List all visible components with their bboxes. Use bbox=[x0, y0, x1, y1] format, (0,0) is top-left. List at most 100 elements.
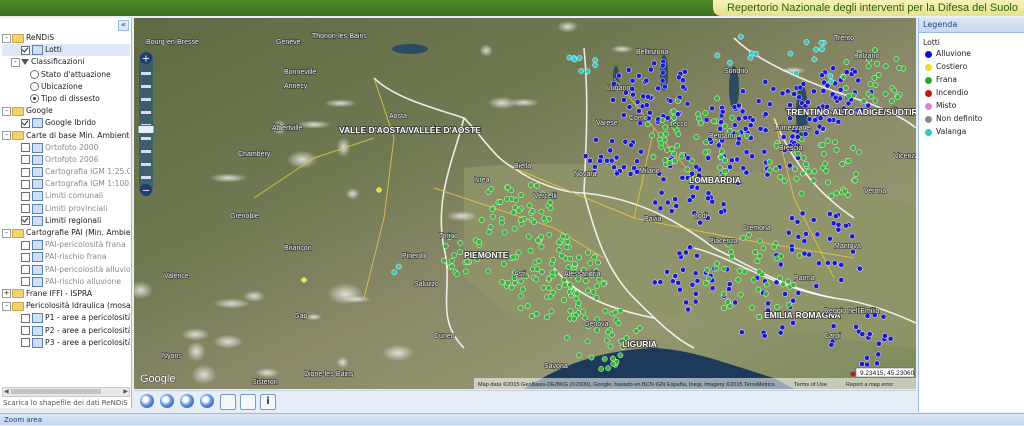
intervention-marker[interactable] bbox=[789, 133, 796, 140]
intervention-marker[interactable] bbox=[682, 68, 688, 75]
intervention-marker[interactable] bbox=[732, 299, 739, 306]
intervention-marker[interactable] bbox=[771, 244, 777, 251]
intervention-marker[interactable] bbox=[739, 329, 745, 336]
intervention-marker[interactable] bbox=[567, 281, 574, 288]
intervention-marker[interactable] bbox=[462, 268, 469, 275]
intervention-marker[interactable] bbox=[644, 121, 651, 128]
intervention-marker[interactable] bbox=[773, 166, 779, 172]
intervention-marker[interactable] bbox=[578, 68, 585, 74]
intervention-marker[interactable] bbox=[457, 249, 463, 256]
intervention-marker[interactable] bbox=[762, 111, 769, 118]
intervention-marker[interactable] bbox=[843, 222, 849, 229]
intervention-marker[interactable] bbox=[672, 273, 679, 279]
intervention-marker[interactable] bbox=[571, 56, 578, 63]
intervention-marker[interactable] bbox=[651, 60, 657, 67]
intervention-marker[interactable] bbox=[561, 277, 567, 283]
intervention-marker[interactable] bbox=[819, 142, 826, 148]
intervention-marker[interactable] bbox=[812, 117, 818, 124]
intervention-marker[interactable] bbox=[755, 98, 762, 105]
tree-node[interactable]: - Classificazioni bbox=[2, 56, 130, 68]
intervention-marker[interactable] bbox=[814, 231, 821, 238]
intervention-marker[interactable] bbox=[713, 265, 720, 272]
intervention-marker[interactable] bbox=[680, 266, 686, 273]
tree-node[interactable]: P3 - aree a pericolosità idra bbox=[2, 337, 130, 349]
intervention-marker[interactable] bbox=[508, 284, 515, 291]
intervention-marker[interactable] bbox=[850, 145, 857, 151]
intervention-marker[interactable] bbox=[816, 123, 823, 130]
intervention-marker[interactable] bbox=[490, 213, 496, 220]
intervention-marker[interactable] bbox=[811, 168, 818, 175]
intervention-marker[interactable] bbox=[811, 56, 818, 63]
intervention-marker[interactable] bbox=[800, 154, 807, 161]
tree-node[interactable]: - Carte di base Min. Ambiente bbox=[2, 130, 130, 142]
collapse-node-icon[interactable]: - bbox=[2, 106, 11, 116]
tree-node[interactable]: Lotti bbox=[2, 44, 130, 57]
intervention-marker[interactable] bbox=[766, 167, 773, 174]
layer-checkbox[interactable] bbox=[21, 155, 30, 165]
intervention-marker[interactable] bbox=[576, 55, 583, 61]
intervention-marker[interactable] bbox=[529, 208, 536, 214]
intervention-marker[interactable] bbox=[457, 239, 464, 246]
intervention-marker[interactable] bbox=[630, 91, 636, 98]
intervention-marker[interactable] bbox=[864, 354, 870, 361]
intervention-marker[interactable] bbox=[563, 244, 570, 250]
intervention-marker[interactable] bbox=[790, 297, 796, 304]
intervention-marker[interactable] bbox=[587, 157, 593, 164]
intervention-marker[interactable] bbox=[762, 127, 769, 134]
intervention-marker[interactable] bbox=[675, 131, 682, 137]
intervention-marker[interactable] bbox=[679, 174, 686, 181]
intervention-marker[interactable] bbox=[638, 148, 644, 155]
intervention-marker[interactable] bbox=[767, 101, 773, 108]
intervention-marker[interactable] bbox=[860, 98, 867, 104]
intervention-marker[interactable] bbox=[816, 260, 822, 267]
tree-node[interactable]: + Frane IFFI - ISPRA bbox=[2, 288, 130, 300]
intervention-marker[interactable] bbox=[634, 158, 640, 165]
intervention-marker[interactable] bbox=[789, 215, 795, 221]
intervention-marker[interactable] bbox=[824, 82, 831, 89]
intervention-marker[interactable] bbox=[585, 249, 591, 256]
intervention-marker[interactable] bbox=[872, 97, 879, 104]
intervention-marker[interactable] bbox=[882, 63, 889, 70]
intervention-marker[interactable] bbox=[891, 87, 898, 94]
intervention-marker[interactable] bbox=[806, 251, 813, 258]
intervention-marker[interactable] bbox=[668, 208, 675, 214]
intervention-marker[interactable] bbox=[678, 153, 685, 160]
intervention-marker[interactable] bbox=[515, 249, 522, 256]
intervention-marker[interactable] bbox=[617, 352, 624, 359]
intervention-marker[interactable] bbox=[742, 125, 749, 132]
intervention-marker[interactable] bbox=[660, 176, 667, 183]
intervention-marker[interactable] bbox=[843, 59, 850, 65]
intervention-marker[interactable] bbox=[710, 118, 717, 125]
intervention-marker[interactable] bbox=[728, 157, 735, 164]
report-error-link[interactable]: Report a map error bbox=[846, 382, 893, 388]
intervention-marker[interactable] bbox=[693, 134, 700, 140]
intervention-marker[interactable] bbox=[693, 290, 699, 297]
intervention-marker[interactable] bbox=[592, 62, 599, 68]
intervention-marker[interactable] bbox=[518, 192, 524, 198]
intervention-marker[interactable] bbox=[580, 308, 587, 315]
intervention-marker[interactable] bbox=[865, 63, 872, 70]
intervention-marker[interactable] bbox=[833, 146, 840, 153]
classification-radio[interactable] bbox=[30, 70, 39, 80]
zoom-level-tick[interactable] bbox=[141, 163, 151, 166]
intervention-marker[interactable] bbox=[659, 69, 666, 76]
download-shapefile-link[interactable]: Scarica lo shapefile dei dati ReNDiS bbox=[3, 399, 128, 407]
intervention-marker[interactable] bbox=[716, 164, 723, 171]
intervention-marker[interactable] bbox=[865, 90, 872, 97]
intervention-marker[interactable] bbox=[582, 314, 589, 321]
intervention-marker[interactable] bbox=[774, 303, 780, 310]
intervention-marker[interactable] bbox=[761, 148, 768, 155]
intervention-marker[interactable] bbox=[617, 307, 624, 314]
intervention-marker[interactable] bbox=[685, 306, 691, 313]
intervention-marker[interactable] bbox=[741, 268, 748, 275]
intervention-marker[interactable] bbox=[655, 85, 662, 92]
intervention-marker[interactable] bbox=[610, 97, 616, 103]
intervention-marker[interactable] bbox=[811, 88, 817, 95]
intervention-marker[interactable] bbox=[614, 170, 620, 177]
intervention-marker[interactable] bbox=[663, 130, 669, 137]
intervention-marker[interactable] bbox=[531, 219, 537, 225]
layer-checkbox[interactable] bbox=[21, 118, 30, 128]
intervention-marker[interactable] bbox=[505, 184, 511, 191]
intervention-marker[interactable] bbox=[737, 291, 744, 298]
intervention-marker[interactable] bbox=[779, 90, 786, 97]
